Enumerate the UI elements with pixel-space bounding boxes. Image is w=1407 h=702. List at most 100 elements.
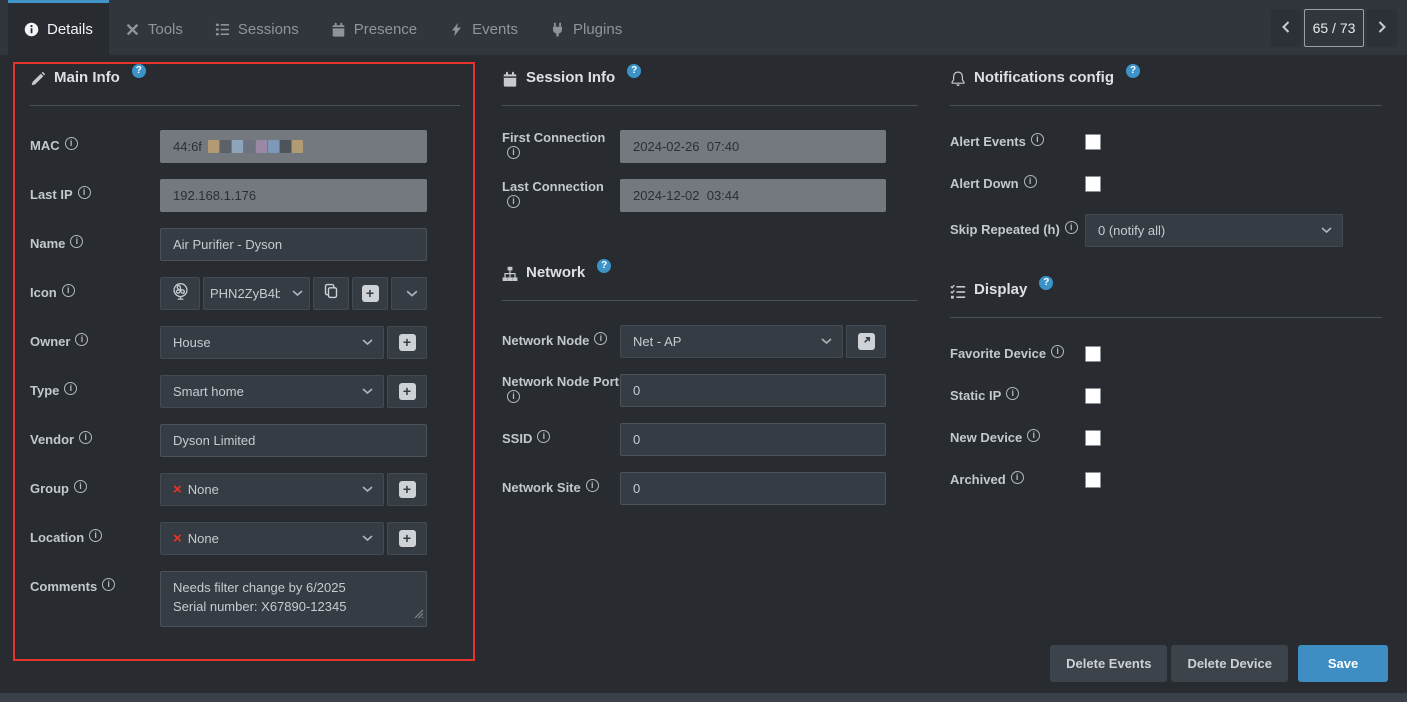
none-x-icon: × [173, 482, 182, 497]
last-connection-input[interactable] [620, 179, 886, 212]
static-ip-row: Static IPi [950, 384, 1382, 408]
type-select[interactable]: Smart home [160, 375, 384, 408]
info-icon: i [586, 479, 599, 492]
info-icon: i [594, 332, 607, 345]
archived-checkbox[interactable] [1085, 472, 1101, 488]
action-buttons: Delete Events Delete Device Save [1046, 645, 1388, 682]
skip-repeated-label: Skip Repeated (h) [950, 222, 1060, 237]
calendar-icon [502, 69, 518, 89]
comments-label: Comments [30, 579, 97, 594]
chevron-down-icon [821, 338, 832, 345]
section-divider [950, 317, 1382, 318]
open-network-node-button[interactable] [846, 325, 886, 358]
info-circle-icon [24, 22, 39, 37]
bell-icon [950, 69, 966, 89]
info-icon: i [507, 195, 520, 208]
copy-icon [323, 283, 339, 304]
add-type-button[interactable]: + [387, 375, 427, 408]
first-connection-input[interactable] [620, 130, 886, 163]
calendar-icon [331, 22, 346, 37]
next-device-button[interactable] [1367, 9, 1397, 47]
vendor-input[interactable] [160, 424, 427, 457]
static-ip-label: Static IP [950, 388, 1001, 403]
tab-sessions[interactable]: Sessions [199, 0, 315, 55]
alert-events-row: Alert Eventsi [950, 130, 1382, 154]
vendor-label: Vendor [30, 432, 74, 447]
archived-row: Archivedi [950, 468, 1382, 492]
static-ip-checkbox[interactable] [1085, 388, 1101, 404]
info-icon: i [1065, 221, 1078, 234]
tab-label: Tools [148, 21, 183, 38]
network-node-port-row: Network Node Porti [502, 374, 918, 407]
info-icon: i [507, 146, 520, 159]
mac-input[interactable]: 44:6f [160, 130, 427, 163]
chevron-down-icon [362, 339, 373, 346]
device-icon-preview [160, 277, 200, 310]
icon-label: Icon [30, 285, 57, 300]
network-node-port-label: Network Node Port [502, 374, 619, 389]
info-icon: i [1024, 175, 1037, 188]
favorite-device-checkbox[interactable] [1085, 346, 1101, 362]
info-icon: i [1051, 345, 1064, 358]
icon-code-select[interactable]: PHN2ZyB4bV [203, 277, 310, 310]
plus-square-icon: + [399, 530, 416, 547]
chevron-down-icon [362, 535, 373, 542]
network-site-label: Network Site [502, 480, 581, 495]
chevron-down-icon [406, 290, 418, 298]
tab-events[interactable]: Events [433, 0, 534, 55]
help-icon[interactable]: ? [132, 64, 146, 78]
tab-plugins[interactable]: Plugins [534, 0, 638, 55]
help-icon[interactable]: ? [627, 64, 641, 78]
delete-events-button[interactable]: Delete Events [1050, 645, 1167, 682]
delete-device-button[interactable]: Delete Device [1171, 645, 1288, 682]
comments-textarea[interactable]: Needs filter change by 6/2025 Serial num… [160, 571, 427, 627]
location-label: Location [30, 530, 84, 545]
add-icon-button[interactable]: + [352, 277, 388, 310]
network-node-label: Network Node [502, 333, 589, 348]
owner-select[interactable]: House [160, 326, 384, 359]
type-row: Typei Smart home + [30, 375, 460, 408]
add-group-button[interactable]: + [387, 473, 427, 506]
tab-tools[interactable]: Tools [109, 0, 199, 55]
tab-presence[interactable]: Presence [315, 0, 433, 55]
help-icon[interactable]: ? [597, 259, 611, 273]
tab-label: Plugins [573, 21, 622, 38]
last-ip-input[interactable] [160, 179, 427, 212]
plus-square-icon: + [362, 285, 379, 302]
notifications-display-column: Notifications config ? Alert Eventsi Ale… [950, 69, 1382, 510]
tab-details[interactable]: Details [8, 0, 109, 55]
info-icon: i [74, 480, 87, 493]
network-node-select[interactable]: Net - AP [620, 325, 843, 358]
pencil-icon [30, 69, 46, 89]
group-select[interactable]: × None [160, 473, 384, 506]
icon-expand-button[interactable] [391, 277, 427, 310]
prev-device-button[interactable] [1271, 9, 1301, 47]
alert-down-checkbox[interactable] [1085, 176, 1101, 192]
list-ol-icon [215, 22, 230, 37]
last-ip-row: Last IPi [30, 179, 460, 212]
new-device-checkbox[interactable] [1085, 430, 1101, 446]
location-select[interactable]: × None [160, 522, 384, 555]
tab-label: Events [472, 21, 518, 38]
ssid-input[interactable] [620, 423, 886, 456]
alert-events-checkbox[interactable] [1085, 134, 1101, 150]
section-divider [502, 300, 918, 301]
skip-repeated-select[interactable]: 0 (notify all) [1085, 214, 1343, 247]
chevron-down-icon [362, 486, 373, 493]
device-position-indicator: 65 / 73 [1304, 9, 1364, 47]
ssid-row: SSIDi [502, 423, 918, 456]
network-site-input[interactable] [620, 472, 886, 505]
network-node-port-input[interactable] [620, 374, 886, 407]
add-location-button[interactable]: + [387, 522, 427, 555]
save-button[interactable]: Save [1298, 645, 1388, 682]
name-input[interactable] [160, 228, 427, 261]
help-icon[interactable]: ? [1126, 64, 1140, 78]
device-details-screen: Details Tools Sessions Presence Events [0, 0, 1407, 702]
help-icon[interactable]: ? [1039, 276, 1053, 290]
copy-icon-button[interactable] [313, 277, 349, 310]
add-owner-button[interactable]: + [387, 326, 427, 359]
section-divider [502, 105, 918, 106]
alert-events-label: Alert Events [950, 134, 1026, 149]
info-icon: i [70, 235, 83, 248]
favorite-device-label: Favorite Device [950, 346, 1046, 361]
